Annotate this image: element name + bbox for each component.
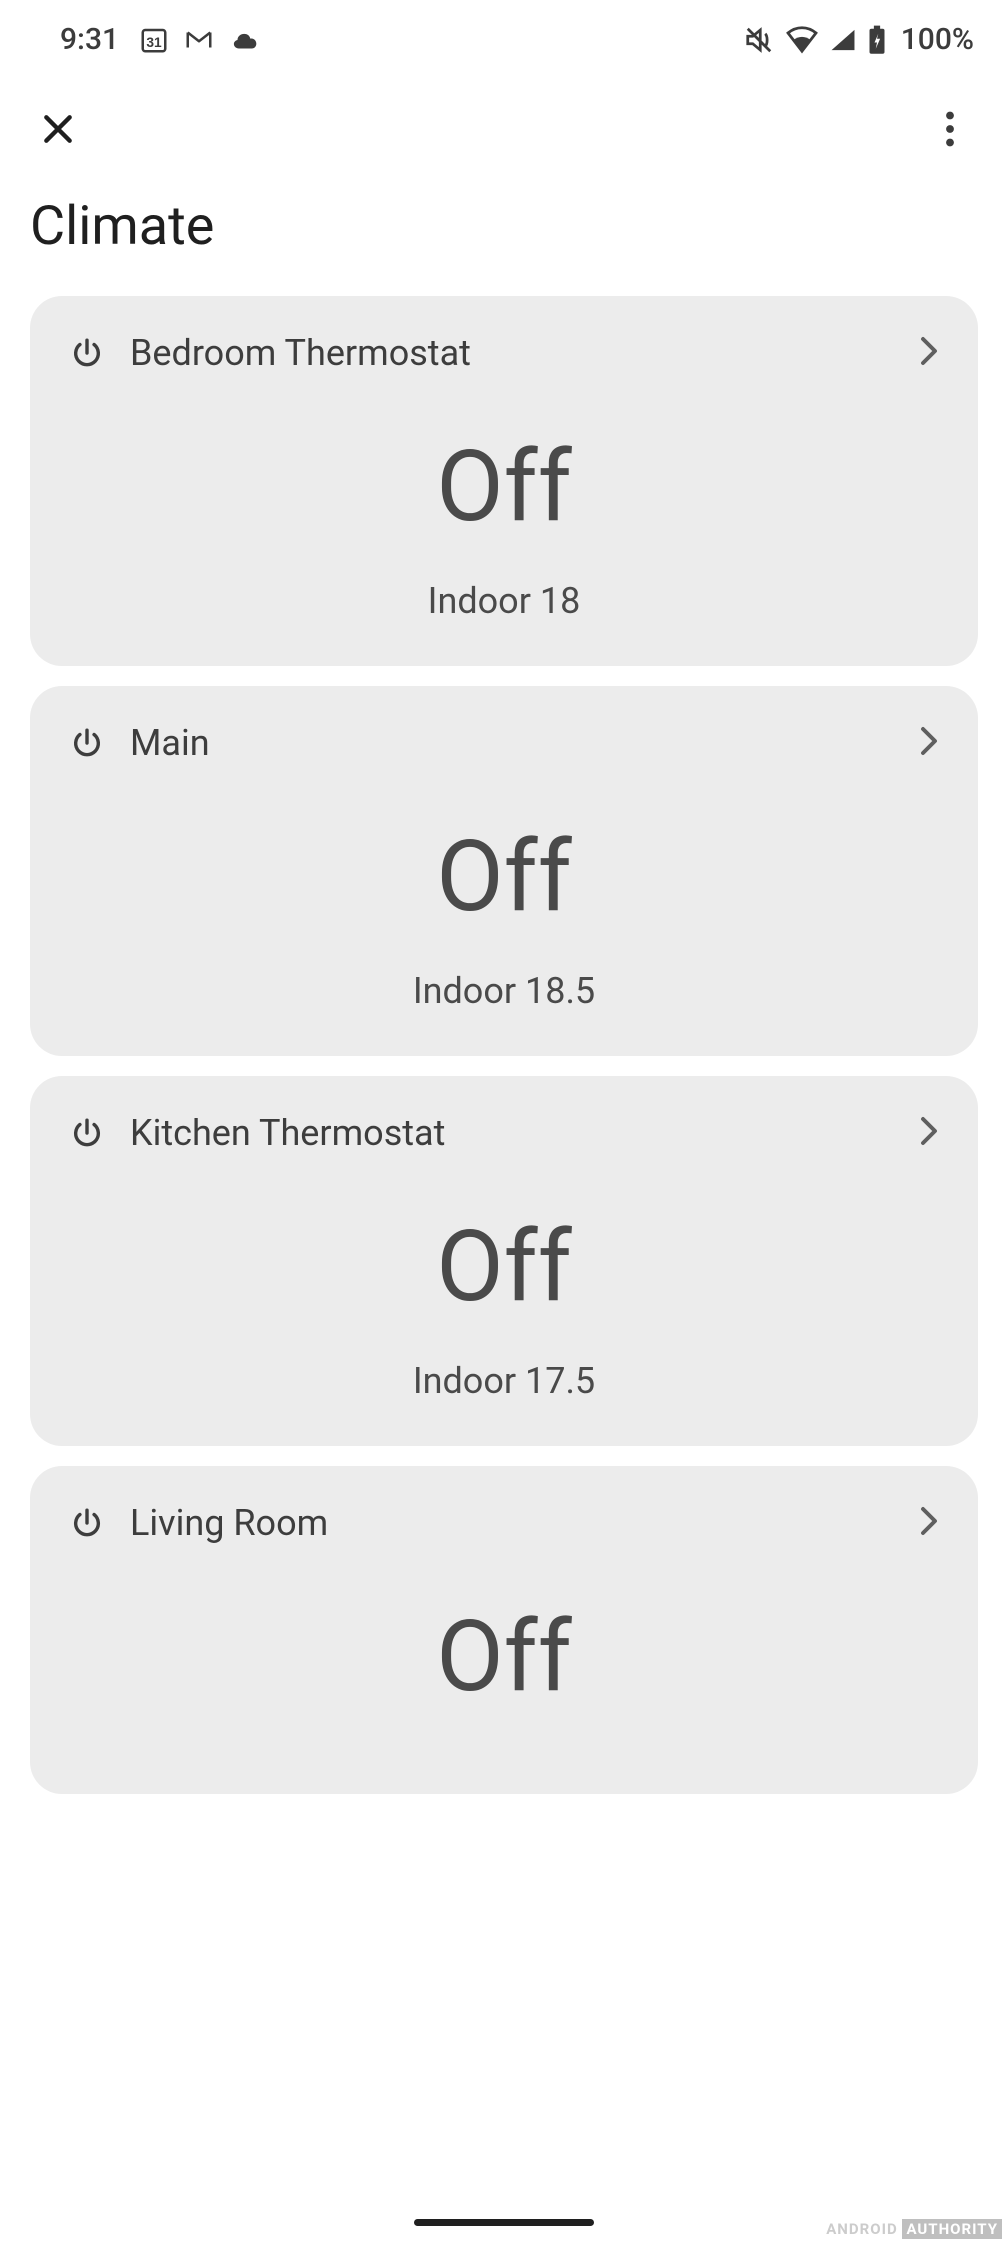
device-state: Off	[70, 828, 938, 926]
status-bar-right: 100%	[743, 22, 974, 57]
chevron-right-icon	[920, 336, 938, 370]
card-body: Off Indoor 17.5	[70, 1154, 938, 1402]
device-name: Main	[130, 722, 210, 764]
more-button[interactable]	[922, 103, 978, 159]
power-icon	[70, 1506, 104, 1540]
device-indoor-temp: Indoor 18	[70, 580, 938, 622]
device-list: Bedroom Thermostat Off Indoor 18 Main O	[0, 296, 1008, 1794]
close-icon	[38, 109, 78, 153]
device-name: Living Room	[130, 1502, 328, 1544]
mute-icon	[743, 25, 775, 55]
battery-text: 100%	[901, 22, 974, 57]
cloud-icon	[229, 27, 263, 53]
more-vert-icon	[945, 111, 955, 151]
device-card-main[interactable]: Main Off Indoor 18.5	[30, 686, 978, 1056]
card-header: Bedroom Thermostat	[70, 332, 938, 374]
card-body: Off	[70, 1544, 938, 1706]
chevron-right-icon	[920, 1116, 938, 1150]
device-name: Kitchen Thermostat	[130, 1112, 445, 1154]
device-card-kitchen-thermostat[interactable]: Kitchen Thermostat Off Indoor 17.5	[30, 1076, 978, 1446]
power-icon	[70, 336, 104, 370]
device-state: Off	[70, 438, 938, 536]
device-indoor-temp: Indoor 17.5	[70, 1360, 938, 1402]
gesture-bar	[414, 2219, 594, 2226]
card-header: Kitchen Thermostat	[70, 1112, 938, 1154]
card-body: Off Indoor 18.5	[70, 764, 938, 1012]
gmail-icon	[183, 25, 215, 55]
battery-icon	[867, 25, 887, 55]
device-card-living-room[interactable]: Living Room Off	[30, 1466, 978, 1794]
power-icon	[70, 1116, 104, 1150]
chevron-right-icon	[920, 1506, 938, 1540]
device-card-bedroom-thermostat[interactable]: Bedroom Thermostat Off Indoor 18	[30, 296, 978, 666]
watermark: ANDROID AUTHORITY	[826, 2220, 1002, 2238]
calendar-icon: 31	[139, 25, 169, 55]
card-header: Living Room	[70, 1502, 938, 1544]
svg-text:31: 31	[146, 34, 162, 49]
device-name: Bedroom Thermostat	[130, 332, 471, 374]
device-indoor-temp: Indoor 18.5	[70, 970, 938, 1012]
signal-icon	[829, 27, 857, 53]
status-time: 9:31	[60, 22, 119, 57]
close-button[interactable]	[30, 103, 86, 159]
page-title: Climate	[0, 179, 1008, 296]
card-body: Off Indoor 18	[70, 374, 938, 622]
power-icon	[70, 726, 104, 760]
chevron-right-icon	[920, 726, 938, 760]
device-state: Off	[70, 1218, 938, 1316]
status-bar-left: 9:31 31	[60, 22, 263, 57]
card-header: Main	[70, 722, 938, 764]
status-bar: 9:31 31 100%	[0, 0, 1008, 67]
header	[0, 67, 1008, 179]
device-state: Off	[70, 1608, 938, 1706]
wifi-icon	[785, 26, 819, 54]
